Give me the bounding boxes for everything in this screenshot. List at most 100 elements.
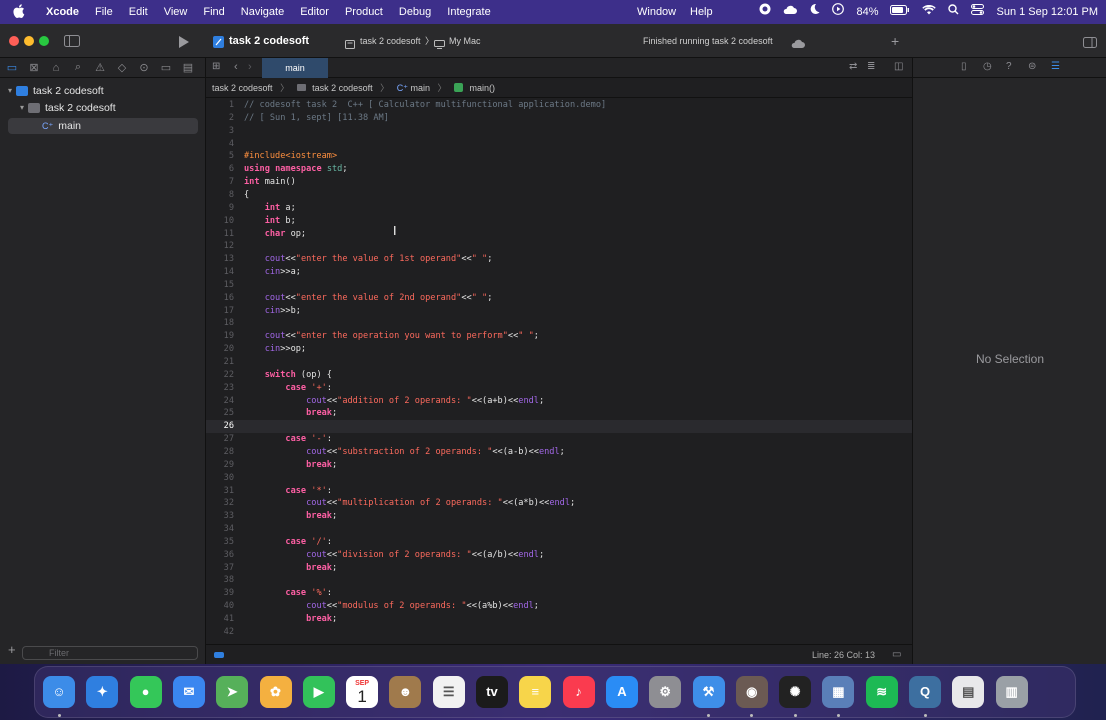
code-line[interactable]: char op;	[244, 229, 306, 239]
forward-arrow-icon[interactable]: ›	[248, 61, 252, 73]
add-file-icon[interactable]: +	[8, 642, 16, 657]
debug-icon[interactable]: ⊙	[138, 61, 150, 74]
tree-item-folder[interactable]: ▾ task 2 codesoft	[20, 100, 116, 116]
code-line[interactable]: cin>>b;	[244, 306, 301, 316]
code-line[interactable]: case '%':	[244, 588, 332, 598]
code-line[interactable]: cout<<"division of 2 operands: "<<(a/b)<…	[244, 550, 544, 560]
disclosure-icon[interactable]: ▾	[8, 83, 12, 99]
messages-icon[interactable]: ●	[129, 676, 162, 708]
mail-icon[interactable]: ✉	[172, 676, 205, 708]
battery-icon[interactable]	[890, 0, 910, 24]
xcode-icon[interactable]: ⚒	[692, 676, 725, 708]
menu-window[interactable]: Window	[637, 0, 676, 24]
cloud-icon[interactable]	[783, 0, 798, 24]
code-line[interactable]: int b;	[244, 216, 296, 226]
code-line[interactable]: break;	[244, 511, 337, 521]
finder-icon[interactable]: ☺	[43, 676, 75, 708]
code-line[interactable]: cout<<"multiplication of 2 operands: "<<…	[244, 498, 575, 508]
play-circle-icon[interactable]	[832, 0, 845, 24]
maps-icon[interactable]: ➤	[216, 676, 249, 708]
file-inspector-icon[interactable]: ▯	[961, 61, 967, 72]
safari-icon[interactable]: ✦	[86, 676, 119, 708]
run-button[interactable]	[179, 35, 189, 53]
close-window-button[interactable]	[9, 36, 19, 46]
code-line[interactable]: break;	[244, 408, 337, 418]
code-line[interactable]: break;	[244, 460, 337, 470]
search-icon[interactable]	[948, 0, 959, 24]
preview-icon[interactable]: ▦	[822, 676, 855, 708]
add-tab-icon[interactable]: +	[891, 24, 899, 58]
hide-debug-area-icon[interactable]: ▭	[892, 645, 901, 664]
find-icon[interactable]: ⌕	[72, 61, 84, 74]
editor-options-icon[interactable]: ≣	[867, 61, 875, 72]
menu-edit[interactable]: Edit	[121, 0, 156, 24]
grid-icon[interactable]: ⊞	[212, 61, 220, 72]
bookmark-icon[interactable]: ⌂	[50, 62, 62, 74]
zoom-window-button[interactable]	[39, 36, 49, 46]
menu-app-name[interactable]: Xcode	[38, 0, 87, 24]
chatgpt-icon[interactable]: ✺	[779, 676, 812, 708]
menubar-clock[interactable]: Sun 1 Sep 12:01 PM	[996, 0, 1098, 24]
wifi-icon[interactable]	[922, 0, 937, 24]
code-line[interactable]: // [ Sun 1, sept] [11.38 AM]	[244, 113, 389, 123]
spotify-icon[interactable]: ≋	[865, 676, 898, 708]
code-line[interactable]: case '/':	[244, 537, 332, 547]
code-line[interactable]: cout<<"addition of 2 operands: "<<(a+b)<…	[244, 396, 544, 406]
jump-folder[interactable]: task 2 codesoft	[312, 83, 373, 93]
trash-icon[interactable]: ▥	[995, 676, 1028, 708]
code-line[interactable]: int main()	[244, 177, 296, 187]
split-editor-icon[interactable]: ◫	[894, 61, 903, 72]
code-line[interactable]: cin>>op;	[244, 344, 306, 354]
test-icon[interactable]: ◇	[116, 61, 128, 74]
code-line[interactable]: cout<<"modulus of 2 operands: "<<(a%b)<<…	[244, 601, 539, 611]
quicktime-icon[interactable]: Q	[909, 676, 941, 708]
tree-item-file-main[interactable]: C⁺ main	[42, 118, 81, 134]
code-line[interactable]: case '*':	[244, 486, 332, 496]
disclosure-icon[interactable]: ▾	[20, 100, 24, 116]
warning-icon[interactable]: ⚠	[94, 61, 106, 74]
tab-main[interactable]: main	[262, 58, 328, 78]
photos-icon[interactable]: ✿	[259, 676, 292, 708]
source-control-icon[interactable]: ⊠	[28, 61, 40, 74]
code-line[interactable]: {	[244, 190, 249, 200]
code-line[interactable]: cout<<"enter the value of 2nd operand"<<…	[244, 293, 493, 303]
reminders-icon[interactable]: ☰	[432, 676, 465, 708]
code-line[interactable]: break;	[244, 563, 337, 573]
attributes-icon[interactable]: ☰	[1051, 61, 1060, 72]
destination-selector[interactable]: My Mac	[449, 24, 481, 58]
downloads-icon[interactable]: ▤	[952, 676, 985, 708]
menu-help[interactable]: Help	[690, 0, 713, 24]
code-line[interactable]: switch (op) {	[244, 370, 332, 380]
jump-project[interactable]: task 2 codesoft	[212, 83, 273, 93]
breakpoint-icon[interactable]: ▭	[160, 61, 172, 74]
inspector-toggle-icon[interactable]	[1083, 35, 1097, 53]
settings-icon[interactable]: ⚙	[649, 676, 682, 708]
scheme-selector[interactable]: task 2 codesoft	[360, 24, 421, 58]
code-line[interactable]: cout<<"enter the operation you want to p…	[244, 331, 539, 341]
music-icon[interactable]: ♪	[562, 676, 595, 708]
back-arrow-icon[interactable]: ‹	[234, 61, 238, 73]
menu-editor[interactable]: Editor	[292, 0, 337, 24]
calendar-icon[interactable]: SEP 1	[346, 676, 379, 708]
control-center-icon[interactable]	[971, 0, 985, 24]
history-icon[interactable]: ◷	[983, 61, 992, 72]
code-line[interactable]: // codesoft task 2 C++ [ Calculator mult…	[244, 100, 606, 110]
code-line[interactable]: using namespace std;	[244, 164, 348, 174]
apple-icon[interactable]	[0, 3, 38, 21]
sidebar-toggle-icon[interactable]	[64, 34, 80, 52]
jump-symbol[interactable]: main()	[470, 83, 496, 93]
menu-find[interactable]: Find	[195, 0, 232, 24]
tree-item-project[interactable]: ▾ task 2 codesoft	[8, 83, 104, 99]
cloud-status-icon[interactable]	[791, 36, 805, 54]
code-line[interactable]: break;	[244, 614, 337, 624]
code-line[interactable]: cout<<"enter the value of 1st operand"<<…	[244, 254, 493, 264]
minimize-window-button[interactable]	[24, 36, 34, 46]
code-line[interactable]: case '+':	[244, 383, 332, 393]
code-line[interactable]: case '-':	[244, 434, 332, 444]
record-icon[interactable]	[759, 0, 771, 24]
code-area[interactable]: 1 // codesoft task 2 C++ [ Calculator mul…	[206, 98, 912, 644]
code-line[interactable]: #include<iostream>	[244, 151, 337, 161]
menu-product[interactable]: Product	[337, 0, 391, 24]
menu-view[interactable]: View	[156, 0, 196, 24]
debug-area-toggle-icon[interactable]	[214, 652, 224, 658]
